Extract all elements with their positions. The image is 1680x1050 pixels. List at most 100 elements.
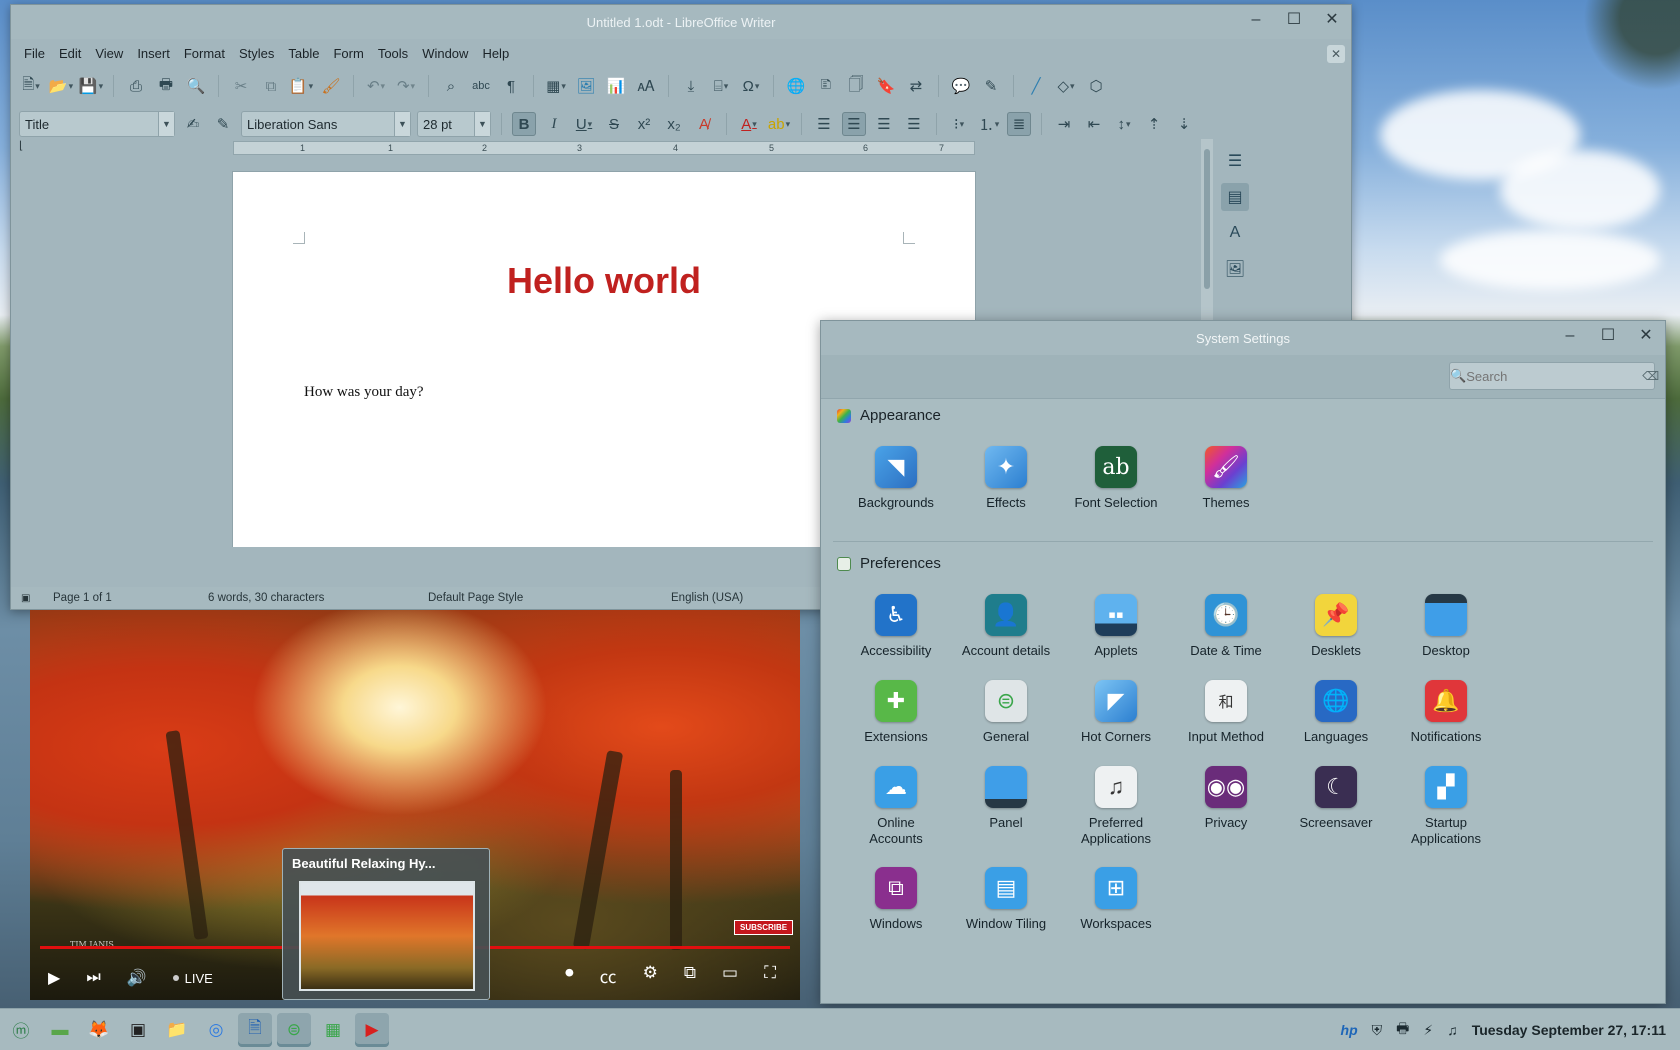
line-spacing-icon[interactable]: ↕ xyxy=(1112,112,1136,136)
close-button[interactable]: ✕ xyxy=(1637,327,1655,345)
settings-item-workspaces[interactable]: ⊞ Workspaces xyxy=(1057,867,1175,932)
settings-item-privacy[interactable]: ◉◉ Privacy xyxy=(1167,766,1285,831)
settings-titlebar[interactable]: System Settings – ☐ ✕ xyxy=(821,321,1665,355)
copy-icon[interactable]: ⧉ xyxy=(259,74,283,98)
font-color-icon[interactable]: A xyxy=(737,112,761,136)
files-icon[interactable]: 📁 xyxy=(160,1013,194,1047)
settings-item-languages[interactable]: 🌐 Languages xyxy=(1277,680,1395,745)
settings-item-date-time[interactable]: 🕒 Date & Time xyxy=(1167,594,1285,659)
settings-item-extensions[interactable]: ✚ Extensions xyxy=(837,680,955,745)
menu-insert[interactable]: Insert xyxy=(130,46,177,61)
strikethrough-icon[interactable]: S xyxy=(602,112,626,136)
document-body-text[interactable]: How was your day? xyxy=(304,384,424,401)
font-name-select[interactable]: Liberation Sans ▼ xyxy=(241,111,411,137)
theater-mode-icon[interactable]: ▭ xyxy=(722,963,738,988)
underline-icon[interactable]: U xyxy=(572,112,596,136)
no-list-icon[interactable]: ≣ xyxy=(1007,112,1031,136)
chevron-down-icon[interactable]: ▼ xyxy=(158,112,174,136)
settings-item-font-selection[interactable]: ab Font Selection xyxy=(1057,446,1175,511)
scrollbar-thumb[interactable] xyxy=(1204,149,1210,289)
minimize-button[interactable]: – xyxy=(1561,327,1579,345)
settings-item-hot-corners[interactable]: ◤ Hot Corners xyxy=(1057,680,1175,745)
special-character-icon[interactable]: Ω xyxy=(739,74,763,98)
menu-form[interactable]: Form xyxy=(326,46,370,61)
menu-tools[interactable]: Tools xyxy=(371,46,415,61)
justify-icon[interactable]: ☰ xyxy=(902,112,926,136)
taskbar-window-preview[interactable]: Beautiful Relaxing Hy... xyxy=(282,848,490,1000)
unordered-list-icon[interactable]: ⁝ xyxy=(947,112,971,136)
insert-table-icon[interactable]: ▦ xyxy=(544,74,568,98)
printer-icon[interactable]: 🖶 xyxy=(1396,1018,1409,1042)
cross-reference-icon[interactable]: ⇄ xyxy=(904,74,928,98)
align-left-icon[interactable]: ☰ xyxy=(812,112,836,136)
settings-item-desktop[interactable]: Desktop xyxy=(1387,594,1505,659)
settings-item-preferred-applications[interactable]: ♫ Preferred Applications xyxy=(1057,766,1175,847)
new-document-icon[interactable]: 🗎 xyxy=(19,74,43,98)
cut-icon[interactable]: ✂ xyxy=(229,74,253,98)
terminal-icon[interactable]: ▣ xyxy=(121,1013,155,1047)
clock[interactable]: Tuesday September 27, 17:11 xyxy=(1472,1022,1666,1038)
insert-field-icon[interactable]: ⌸ xyxy=(709,74,733,98)
writer-taskbar-icon[interactable]: 🗎 xyxy=(238,1012,272,1047)
sidebar-menu-icon[interactable]: ☰ xyxy=(1221,147,1249,175)
subscribe-button[interactable]: SUBSCRIBE xyxy=(734,920,794,935)
gallery-icon[interactable]: 🖼 xyxy=(1221,255,1249,283)
video-taskbar-icon[interactable]: ▶ xyxy=(355,1012,389,1047)
export-pdf-icon[interactable]: ⎙ xyxy=(124,74,148,98)
page-style[interactable]: Default Page Style xyxy=(428,592,671,604)
update-style-icon[interactable]: ✍ xyxy=(181,112,205,136)
firefox-icon[interactable]: 🦊 xyxy=(82,1013,116,1047)
miniplayer-icon[interactable]: ⧉ xyxy=(684,963,696,988)
basic-shapes-icon[interactable]: ◇ xyxy=(1054,74,1078,98)
document-title-text[interactable]: Hello world xyxy=(233,260,975,302)
page-break-icon[interactable]: ⤓ xyxy=(679,74,703,98)
fullscreen-icon[interactable]: ⛶ xyxy=(764,963,776,988)
settings-item-applets[interactable]: ▪▪ Applets xyxy=(1057,594,1175,659)
next-icon[interactable]: ⏭ xyxy=(86,969,100,987)
superscript-icon[interactable]: x² xyxy=(632,112,656,136)
volume-icon[interactable]: 🔊 xyxy=(127,968,147,988)
settings-item-backgrounds[interactable]: ◥ Backgrounds xyxy=(837,446,955,511)
captions-icon[interactable]: ㏄ xyxy=(600,963,617,988)
page-count[interactable]: Page 1 of 1 xyxy=(53,592,208,604)
hp-icon[interactable]: hp xyxy=(1341,1022,1358,1038)
search-input[interactable] xyxy=(1466,368,1643,384)
hyperlink-icon[interactable]: 🌐 xyxy=(784,74,808,98)
preview-thumbnail[interactable] xyxy=(299,881,475,991)
clear-search-icon[interactable]: ⌫ xyxy=(1642,369,1659,383)
menu-edit[interactable]: Edit xyxy=(52,46,88,61)
settings-item-notifications[interactable]: 🔔 Notifications xyxy=(1387,680,1505,745)
word-count[interactable]: 6 words, 30 characters xyxy=(208,592,428,604)
settings-item-effects[interactable]: ✦ Effects xyxy=(947,446,1065,511)
bold-icon[interactable]: B xyxy=(512,112,536,136)
sound-icon[interactable]: ♫ xyxy=(1447,1022,1458,1038)
endnote-icon[interactable]: 🗍 xyxy=(844,74,868,98)
writer-titlebar[interactable]: Untitled 1.odt - LibreOffice Writer – ☐ … xyxy=(11,5,1351,39)
undo-icon[interactable]: ↶ xyxy=(364,74,388,98)
clone-formatting-icon[interactable]: 🖌 xyxy=(319,74,343,98)
autoplay-toggle-icon[interactable]: ⏺ xyxy=(565,963,574,988)
language[interactable]: English (USA) xyxy=(671,592,743,604)
settings-item-themes[interactable]: 🖌 Themes xyxy=(1167,446,1285,511)
close-document-button[interactable]: ✕ xyxy=(1327,45,1345,63)
close-button[interactable]: ✕ xyxy=(1323,11,1341,29)
chevron-down-icon[interactable]: ▼ xyxy=(394,112,410,136)
menu-help[interactable]: Help xyxy=(475,46,516,61)
clear-formatting-icon[interactable]: A̸ xyxy=(692,112,716,136)
tab-stop-icon[interactable]: ⌊ xyxy=(19,139,23,152)
subscript-icon[interactable]: x₂ xyxy=(662,112,686,136)
search-field[interactable]: 🔍 ⌫ xyxy=(1449,362,1659,390)
settings-item-input-method[interactable]: 和 Input Method xyxy=(1167,680,1285,745)
menu-file[interactable]: File xyxy=(17,46,52,61)
spelling-icon[interactable]: abc xyxy=(469,74,493,98)
ordered-list-icon[interactable]: ⒈ xyxy=(977,112,1001,136)
menu-window[interactable]: Window xyxy=(415,46,475,61)
highlight-color-icon[interactable]: ab xyxy=(767,112,791,136)
maximize-button[interactable]: ☐ xyxy=(1285,11,1303,29)
styles-icon[interactable]: A xyxy=(1221,219,1249,247)
font-size-select[interactable]: 28 pt ▼ xyxy=(417,111,491,137)
paste-icon[interactable]: 📋 xyxy=(289,74,313,98)
settings-item-panel[interactable]: Panel xyxy=(947,766,1065,831)
increase-indent-icon[interactable]: ⇥ xyxy=(1052,112,1076,136)
settings-gear-icon[interactable]: ⚙ xyxy=(643,963,658,988)
